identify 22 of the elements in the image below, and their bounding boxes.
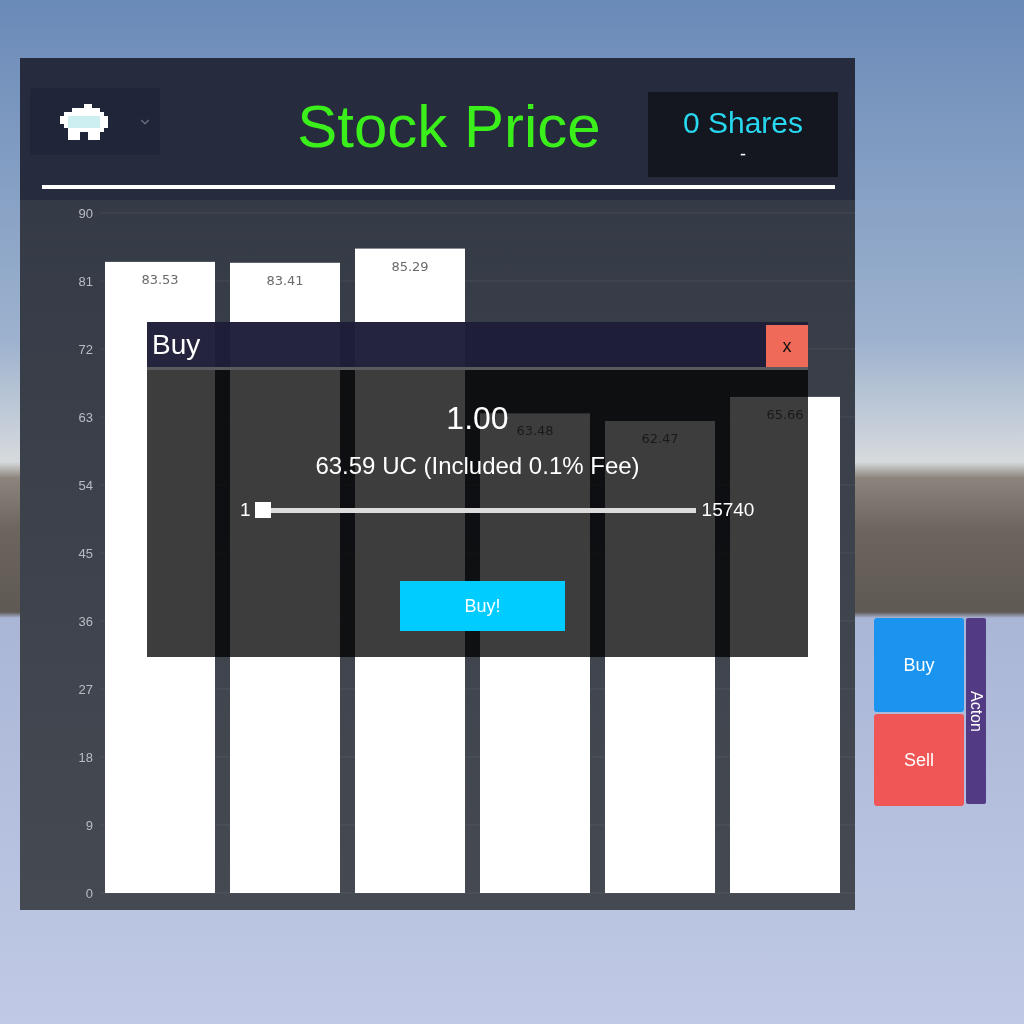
y-axis-label: 18 [78,750,93,765]
slider-max-label: 15740 [701,500,755,520]
bar-value-label: 83.41 [266,272,304,288]
bar-value-label: 83.53 [141,271,179,287]
y-axis-label: 90 [78,206,93,221]
y-axis-label: 0 [85,886,93,901]
panel-title: Stock Price [296,94,602,160]
y-axis-label: 63 [78,410,93,425]
dialog-title: Buy [151,327,201,362]
shares-count: 0 Shares [682,105,804,140]
cost-text: 63.59 UC (Included 0.1% Fee) [315,451,640,481]
y-axis-label: 72 [78,342,93,357]
bar-value-label: 85.29 [391,258,429,274]
y-axis-label: 9 [85,818,93,833]
y-axis-label: 54 [78,478,93,493]
y-axis-label: 36 [78,614,93,629]
y-axis-label: 27 [78,682,93,697]
amount-value: 1.00 [446,400,509,436]
y-axis-label: 81 [78,274,93,289]
slider-min-label: 1 [240,500,251,520]
y-axis-label: 45 [78,546,93,561]
shares-change: - [740,143,746,164]
